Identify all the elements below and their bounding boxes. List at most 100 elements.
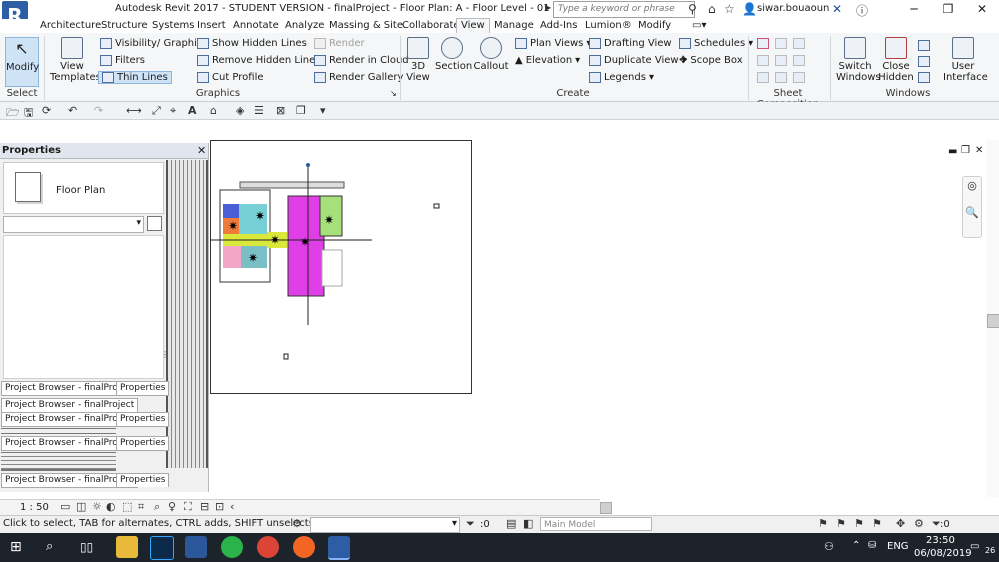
worksets-icon[interactable]: ⚙ — [292, 517, 302, 530]
tab-architecture[interactable]: Architecture — [36, 19, 105, 33]
search-icon[interactable]: ⌕ — [46, 539, 53, 554]
render-button[interactable]: Render — [314, 38, 365, 49]
view-templates-button[interactable]: View Templates — [50, 37, 101, 83]
word-icon[interactable] — [185, 536, 207, 558]
clock-time[interactable]: 23:50 — [926, 535, 955, 546]
remove-hidden-lines-button[interactable]: Remove Hidden Lines — [197, 55, 320, 66]
detail-level-icon[interactable]: ▭ — [60, 500, 70, 513]
visual-style-icon[interactable]: ◫ — [76, 500, 86, 513]
filters-button[interactable]: Filters — [100, 55, 145, 66]
filter-icon[interactable]: ⏷ — [466, 517, 475, 531]
replicate-icon[interactable] — [918, 40, 930, 51]
tab-structure[interactable]: Structure — [97, 19, 152, 33]
switch-windows-button[interactable]: Switch Windows — [836, 37, 881, 83]
workset-dropdown[interactable]: ▾ — [310, 517, 460, 533]
select-by-face-icon[interactable]: ⚑ — [872, 517, 882, 530]
placeholder-sheet-icon[interactable] — [775, 38, 787, 49]
reveal-hidden-icon[interactable]: ♀ — [168, 500, 176, 513]
3d-view-qat-icon[interactable]: ⌂ — [210, 104, 217, 117]
sync-icon[interactable]: ⟳ — [42, 104, 51, 117]
editable-only-icon[interactable]: ▤ — [506, 517, 516, 530]
restore-icon[interactable]: ❐ — [934, 1, 962, 17]
plan-views-button[interactable]: Plan Views▾ — [515, 38, 591, 49]
duplicate-view-button[interactable]: Duplicate View ▾ — [589, 55, 687, 66]
tab-properties[interactable]: Properties — [116, 473, 170, 487]
horizontal-scroll-thumb[interactable] — [600, 502, 612, 514]
windows-start-icon[interactable]: ⊞ — [10, 539, 22, 555]
help-icon[interactable]: ⓘ — [856, 2, 868, 19]
tab-collaborate[interactable]: Collaborate — [398, 19, 464, 33]
tray-chevron-icon[interactable]: ⌃ — [852, 540, 860, 551]
tab-view[interactable]: View — [456, 18, 490, 33]
elevation-button[interactable]: ▲ Elevation ▾ — [515, 55, 580, 66]
search-expand-icon[interactable]: ▶ — [545, 3, 551, 12]
guide-grid-icon[interactable] — [793, 55, 805, 66]
section-button[interactable]: Section — [435, 37, 472, 72]
viewports-icon[interactable] — [793, 72, 805, 83]
schedules-button[interactable]: Schedules ▾ — [679, 38, 753, 49]
elevation-marker-icon[interactable] — [433, 203, 440, 209]
render-in-cloud-button[interactable]: Render in Cloud — [314, 55, 409, 66]
legends-button[interactable]: Legends ▾ — [589, 72, 654, 83]
photoshop-icon[interactable] — [150, 536, 174, 560]
search-box[interactable] — [553, 1, 695, 18]
show-crop-icon[interactable]: ⌗ — [138, 500, 144, 514]
cascade-icon[interactable] — [918, 56, 930, 67]
redo-icon[interactable]: ↷ — [94, 104, 103, 117]
analytical-model-icon[interactable]: ⛶ — [184, 500, 192, 514]
tab-manage[interactable]: Manage — [490, 19, 538, 33]
select-links-icon[interactable]: ⚑ — [818, 517, 828, 530]
design-option-dropdown[interactable]: Main Model — [540, 517, 652, 531]
scope-box-button[interactable]: ✥ Scope Box — [679, 55, 743, 66]
task-view-icon[interactable]: ▯▯ — [80, 540, 93, 554]
thin-lines-qat-icon[interactable]: ☰ — [254, 104, 264, 117]
ribbon-minimize-icon[interactable]: ▭▾ — [688, 19, 710, 33]
drafting-view-button[interactable]: Drafting View — [589, 38, 672, 49]
vertical-scroll-thumb[interactable] — [987, 314, 999, 328]
file-explorer-icon[interactable] — [116, 536, 138, 558]
reveal-constraints-icon[interactable]: ⊡ — [215, 500, 224, 513]
edit-type-icon[interactable] — [147, 216, 162, 231]
tab-properties[interactable]: Properties — [116, 381, 170, 396]
close-icon[interactable]: ✕ — [968, 1, 996, 17]
grip-icon[interactable] — [306, 163, 310, 167]
tag-icon[interactable]: ⌖ — [170, 104, 176, 118]
instance-filter-dropdown[interactable]: ▾ — [3, 216, 144, 233]
tab-analyze[interactable]: Analyze — [281, 19, 328, 33]
view-close-icon[interactable]: ✕ — [975, 145, 983, 156]
undo-icon[interactable]: ↶ — [68, 104, 77, 117]
view-reference-icon[interactable] — [775, 72, 787, 83]
user-icon[interactable]: 👤 — [742, 2, 757, 16]
save-icon[interactable]: 🖫 — [24, 104, 33, 123]
modify-button[interactable]: ↖ Modify — [5, 37, 39, 87]
user-interface-button[interactable]: User Interface — [943, 37, 988, 83]
shadows-icon[interactable]: ◐ — [106, 500, 116, 513]
minimize-icon[interactable]: ─ — [900, 1, 928, 17]
tile-icon[interactable] — [918, 72, 930, 83]
visibility-graphics-button[interactable]: Visibility/ Graphics — [100, 38, 208, 49]
view-restore-icon[interactable]: ❐ — [961, 145, 970, 156]
utorrent-icon[interactable] — [221, 536, 243, 558]
tab-modify[interactable]: Modify — [634, 19, 675, 33]
tab-insert[interactable]: Insert — [193, 19, 230, 33]
render-gallery-button[interactable]: Render Gallery — [314, 72, 403, 83]
revisions-icon[interactable] — [775, 55, 787, 66]
subscription-icon[interactable]: ⌂ — [708, 2, 716, 16]
tab-annotate[interactable]: Annotate — [229, 19, 283, 33]
aligned-dimension-icon[interactable]: ⤢ — [152, 104, 161, 118]
people-icon[interactable]: ⚇ — [824, 540, 834, 553]
view-icon[interactable] — [793, 38, 805, 49]
tab-project-browser[interactable]: Project Browser - finalProject — [1, 398, 139, 413]
switch-windows-qat-icon[interactable]: ❐ — [296, 104, 306, 117]
zoom-icon[interactable]: 🔍 — [963, 206, 981, 219]
close-hidden-qat-icon[interactable]: ⊠ — [276, 104, 285, 117]
crop-view-icon[interactable]: ⬚ — [122, 500, 132, 513]
close-icon[interactable]: ✕ — [197, 144, 206, 157]
thin-lines-button[interactable]: Thin Lines — [98, 71, 172, 84]
design-options-icon[interactable]: ◧ — [523, 517, 533, 530]
star-icon[interactable]: ☆ — [724, 2, 735, 16]
clock-date[interactable]: 06/08/2019 — [914, 548, 972, 559]
cut-profile-button[interactable]: Cut Profile — [197, 72, 264, 83]
view-minimize-icon[interactable]: ▬ — [948, 146, 957, 157]
chrome-icon[interactable] — [257, 536, 279, 558]
